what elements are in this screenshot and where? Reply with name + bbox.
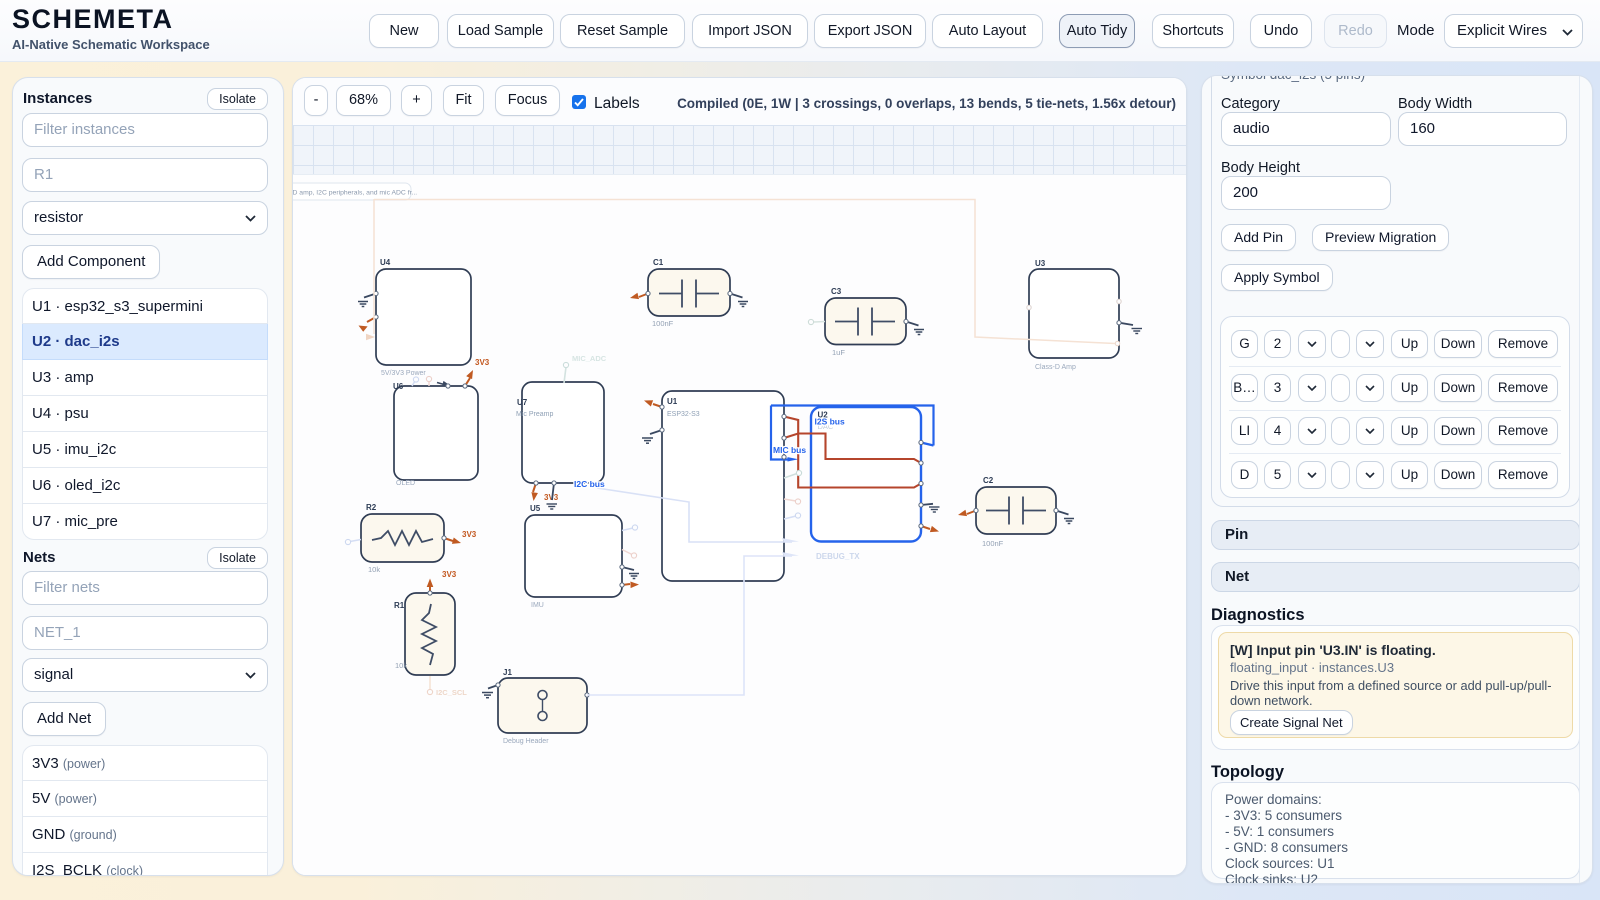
svg-text:R1: R1	[394, 601, 405, 610]
svg-text:U7: U7	[517, 398, 528, 407]
svg-text:Mic Preamp: Mic Preamp	[516, 411, 553, 418]
svg-text:10k: 10k	[395, 661, 407, 670]
svg-text:U3: U3	[1035, 259, 1046, 268]
svg-text:MIC bus: MIC bus	[773, 445, 806, 455]
svg-text:ESP32-S3: ESP32-S3	[667, 411, 700, 418]
svg-text:D amp, I2C peripherals, and mi: D amp, I2C peripherals, and mic ADC fr..…	[293, 190, 417, 197]
svg-text:U4: U4	[380, 258, 391, 267]
svg-text:C3: C3	[831, 287, 842, 296]
svg-text:DEBUG_TX: DEBUG_TX	[816, 552, 860, 561]
svg-text:I2C bus: I2C bus	[574, 479, 605, 489]
svg-text:I2C_SCL: I2C_SCL	[436, 688, 467, 697]
svg-text:Class-D Amp: Class-D Amp	[1035, 364, 1076, 371]
svg-text:U1: U1	[667, 397, 678, 406]
svg-text:5V/3V3 Power: 5V/3V3 Power	[381, 370, 426, 377]
svg-text:1uF: 1uF	[832, 348, 845, 357]
svg-text:C2: C2	[983, 476, 994, 485]
svg-text:OLED: OLED	[396, 480, 415, 487]
svg-text:3V3: 3V3	[442, 570, 457, 579]
svg-text:U5: U5	[530, 504, 541, 513]
svg-text:3V3: 3V3	[462, 530, 477, 539]
svg-text:MIC_ADC: MIC_ADC	[572, 354, 607, 363]
svg-text:I2S bus: I2S bus	[815, 417, 846, 427]
svg-text:Debug Header: Debug Header	[503, 738, 549, 745]
svg-text:10k: 10k	[368, 565, 380, 574]
svg-text:U6: U6	[393, 382, 404, 391]
svg-text:J1: J1	[503, 668, 512, 677]
svg-text:100nF: 100nF	[652, 319, 674, 328]
svg-text:C1: C1	[653, 258, 664, 267]
svg-text:IMU: IMU	[531, 602, 544, 609]
svg-text:3V3: 3V3	[475, 358, 490, 367]
svg-text:R2: R2	[366, 503, 377, 512]
svg-text:100nF: 100nF	[982, 539, 1004, 548]
